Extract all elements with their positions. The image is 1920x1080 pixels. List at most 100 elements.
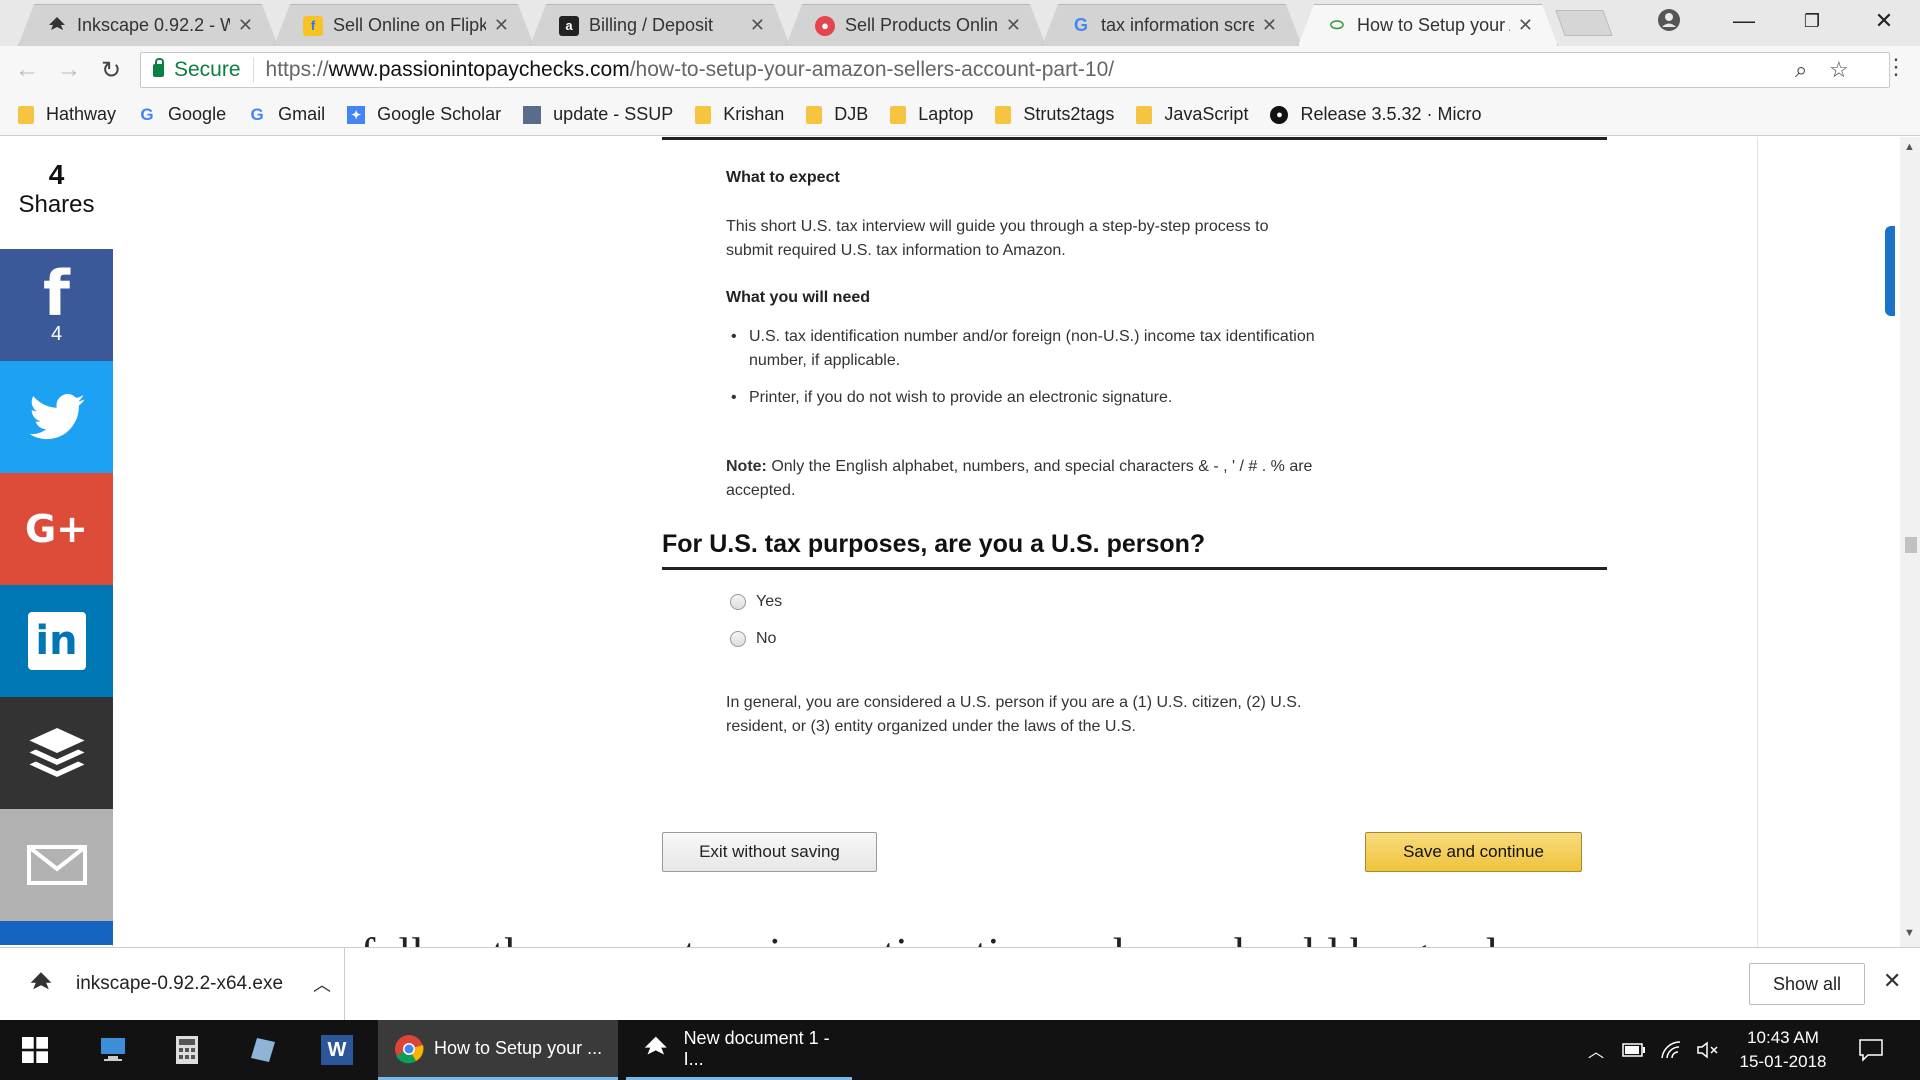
close-icon[interactable]: ✕ [1262, 15, 1277, 36]
bookmark-hathway[interactable]: Hathway [18, 104, 116, 125]
computer-icon[interactable] [82, 1020, 144, 1080]
close-icon[interactable]: ✕ [1883, 968, 1901, 994]
radio-yes[interactable]: Yes [730, 593, 782, 611]
google-icon: G [1073, 15, 1088, 35]
profile-icon[interactable] [1655, 6, 1683, 34]
bookmark-update-ssup[interactable]: update - SSUP [523, 104, 673, 125]
zoom-icon[interactable]: ⌕ [1795, 57, 1807, 83]
scroll-down-icon[interactable]: ▼ [1904, 927, 1915, 939]
ssup-icon [523, 105, 542, 124]
bookmark-google[interactable]: G Google [138, 104, 226, 125]
menu-icon[interactable]: ⋮ [1885, 54, 1907, 80]
facebook-share-button[interactable]: f 4 [0, 249, 113, 361]
new-tab-button[interactable] [1555, 10, 1613, 36]
volume-muted-icon[interactable] [1696, 1020, 1720, 1080]
googleplus-share-button[interactable]: G+ [0, 473, 113, 585]
bookmark-label: Hathway [46, 104, 117, 124]
buffer-share-button[interactable] [0, 697, 113, 809]
site-icon: ⬭ [1330, 16, 1344, 34]
bookmark-label: JavaScript [1164, 104, 1249, 124]
bookmark-label: Google Scholar [377, 104, 502, 124]
star-icon[interactable]: ☆ [1829, 57, 1849, 83]
reload-icon[interactable]: ↻ [96, 56, 126, 85]
url-path: /how-to-setup-your-amazon-sellers-accoun… [629, 58, 1115, 81]
tab-how-to-setup[interactable]: ⬭ How to Setup your A ✕ [1298, 4, 1558, 46]
address-bar[interactable]: Secure https://www.passionintopaychecks.… [140, 52, 1890, 88]
secure-indicator[interactable]: Secure [141, 57, 254, 83]
scrollbar-thumb[interactable] [1905, 537, 1917, 553]
close-icon[interactable]: ✕ [494, 15, 509, 36]
bookmark-label: Laptop [918, 104, 974, 124]
tab-label: tax information scree [1101, 15, 1254, 35]
bookmark-laptop[interactable]: Laptop [890, 104, 973, 125]
exit-without-saving-button[interactable]: Exit without saving [662, 832, 877, 872]
bookmark-google-scholar[interactable]: ✦ Google Scholar [347, 104, 501, 125]
radio-label: No [756, 630, 777, 647]
url-scheme: https:// [265, 58, 329, 81]
note-text: Note: Only the English alphabet, numbers… [726, 455, 1316, 503]
windows-start-icon[interactable] [4, 1020, 66, 1080]
download-filename: inkscape-0.92.2-x64.exe [76, 973, 284, 994]
twitter-share-button[interactable] [0, 361, 113, 473]
back-icon[interactable]: ← [12, 56, 42, 84]
bookmark-label: Gmail [278, 104, 326, 124]
chrome-icon [395, 1034, 424, 1063]
radio-button[interactable] [730, 631, 746, 647]
tab-label: How to Setup your A [1357, 15, 1510, 35]
word-icon[interactable]: W [306, 1020, 368, 1080]
calculator-icon[interactable] [156, 1020, 218, 1080]
tab-sell-products[interactable]: ● Sell Products Online ✕ [786, 4, 1046, 46]
notepad-icon[interactable] [232, 1020, 294, 1080]
radio-button[interactable] [730, 594, 746, 610]
show-all-button[interactable]: Show all [1749, 963, 1865, 1005]
tab-flipkart[interactable]: f Sell Online on Flipka ✕ [274, 4, 534, 46]
chevron-up-icon[interactable]: ︿ [313, 971, 331, 997]
page-scrollbar[interactable]: ▲ ▼ [1900, 137, 1920, 947]
twitter-icon [28, 394, 85, 440]
restore-icon[interactable]: ❐ [1784, 0, 1840, 42]
save-and-continue-button[interactable]: Save and continue [1365, 832, 1582, 872]
taskbar-inkscape-window[interactable]: New document 1 - I... [626, 1020, 852, 1080]
wifi-icon[interactable] [1660, 1020, 1682, 1080]
close-icon[interactable]: ✕ [1518, 15, 1533, 36]
notifications-icon[interactable] [1858, 1020, 1884, 1080]
tab-inkscape[interactable]: Inkscape 0.92.2 - Wir ✕ [18, 4, 278, 46]
bookmark-struts2tags[interactable]: Struts2tags [995, 104, 1114, 125]
taskbar-app-label: New document 1 - I... [683, 1027, 830, 1069]
bookmark-djb[interactable]: DJB [806, 104, 868, 125]
radio-no[interactable]: No [730, 630, 776, 648]
tab-label: Inkscape 0.92.2 - Wir [77, 15, 230, 35]
folder-icon [806, 105, 823, 124]
taskbar-chrome-window[interactable]: How to Setup your ... [378, 1020, 618, 1080]
list-item: U.S. tax identification number and/or fo… [726, 325, 1316, 373]
close-icon[interactable]: ✕ [238, 15, 253, 36]
bookmark-release[interactable]: ● Release 3.5.32 · Micro [1270, 104, 1482, 125]
tab-strip: Inkscape 0.92.2 - Wir ✕ f Sell Online on… [0, 0, 1920, 46]
side-widget-tab[interactable] [1885, 226, 1895, 316]
folder-icon [1136, 105, 1153, 124]
section-rule [662, 567, 1607, 570]
forward-icon[interactable]: → [54, 56, 84, 84]
bookmark-krishan[interactable]: Krishan [695, 104, 784, 125]
scholar-icon: ✦ [347, 105, 366, 124]
tab-billing[interactable]: a Billing / Deposit ✕ [530, 4, 790, 46]
article-text-partial: follow the same steps in continuation an… [360, 927, 1497, 947]
close-icon[interactable]: ✕ [750, 15, 765, 36]
download-item[interactable]: inkscape-0.92.2-x64.exe ︿ [0, 948, 345, 1020]
chevron-up-icon[interactable]: ︿ [1588, 1020, 1604, 1080]
linkedin-share-button[interactable]: in [0, 585, 113, 697]
what-to-expect-text: This short U.S. tax interview will guide… [726, 218, 1269, 259]
close-window-icon[interactable]: ✕ [1856, 0, 1912, 42]
email-share-button[interactable] [0, 809, 113, 921]
battery-icon[interactable] [1622, 1020, 1646, 1080]
url-text[interactable]: https://www.passionintopaychecks.com/how… [254, 58, 1115, 82]
minimize-icon[interactable]: — [1716, 0, 1772, 42]
system-clock[interactable]: 10:43 AM 15-01-2018 [1738, 1026, 1828, 1074]
scroll-up-icon[interactable]: ▲ [1904, 141, 1915, 153]
bookmark-gmail[interactable]: G Gmail [248, 104, 325, 125]
close-icon[interactable]: ✕ [1006, 15, 1021, 36]
bookmark-javascript[interactable]: JavaScript [1136, 104, 1248, 125]
bookmarks-bar: Hathway G Google G Gmail ✦ Google Scholar u… [0, 94, 1920, 136]
page-viewport: 4 Shares f 4 G+ in What to expect This s… [0, 137, 1900, 947]
tab-tax-info[interactable]: G tax information scree ✕ [1042, 4, 1302, 46]
